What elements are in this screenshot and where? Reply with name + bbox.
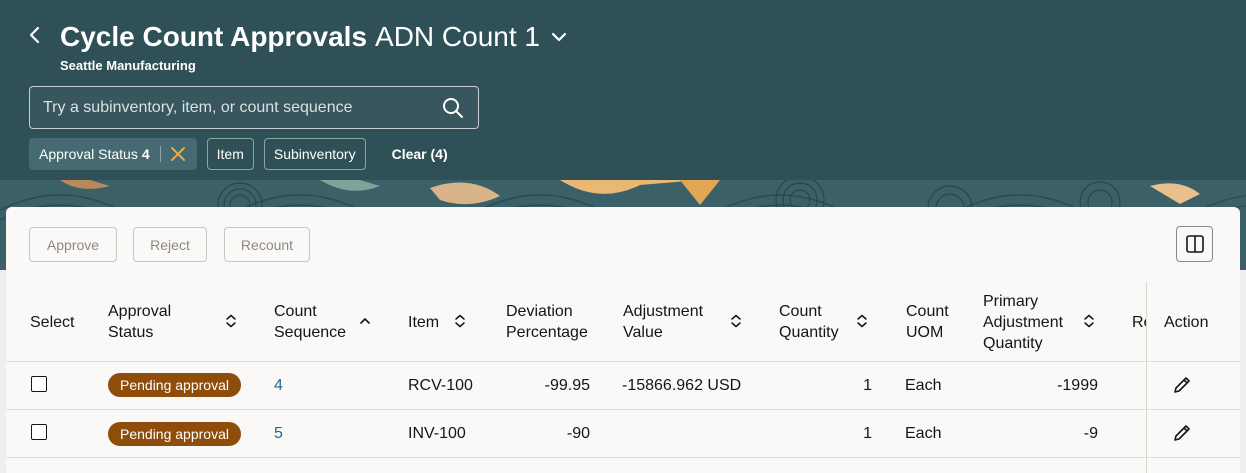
search-placeholder: Try a subinventory, item, or count seque… <box>43 98 353 116</box>
header-line: Approval <box>108 303 172 320</box>
sort-ascending-icon[interactable] <box>358 314 372 328</box>
frozen-column-divider <box>1146 282 1147 473</box>
row-select-checkbox[interactable] <box>31 376 47 392</box>
sort-icon[interactable] <box>453 314 467 328</box>
header-line: Primary <box>983 293 1039 310</box>
edit-pencil-icon[interactable] <box>1172 423 1192 443</box>
header-line: Count <box>906 303 949 320</box>
column-header-adjustment-value[interactable]: Adjustment Value <box>623 301 703 343</box>
organization-name: Seattle Manufacturing <box>60 58 196 73</box>
count-quantity-cell: 1 <box>863 425 872 442</box>
count-quantity-cell: 1 <box>863 377 872 394</box>
back-chevron-icon[interactable] <box>24 24 46 46</box>
column-header-approval-status[interactable]: Approval Status <box>108 301 171 343</box>
primary-adjustment-cell: -9 <box>1083 425 1098 442</box>
row-divider <box>6 409 1240 410</box>
column-header-item[interactable]: Item <box>408 312 439 333</box>
row-select-checkbox[interactable] <box>31 424 47 440</box>
clear-filters-link[interactable]: Clear (4) <box>392 146 448 162</box>
divider <box>159 146 161 162</box>
approve-button[interactable]: Approve <box>29 227 117 262</box>
results-panel: Approve Reject Recount Select Approval S… <box>6 207 1240 473</box>
header-line: Quantity <box>779 324 839 341</box>
header-line: Adjustment <box>983 314 1064 331</box>
deviation-cell: -99.95 <box>544 377 590 394</box>
header-line: Sequence <box>274 324 347 341</box>
page-title-text: Cycle Count Approvals <box>60 21 368 52</box>
header-line: Percentage <box>506 324 588 341</box>
header-line: UOM <box>906 324 944 341</box>
sort-icon[interactable] <box>224 314 238 328</box>
header-line: Status <box>108 324 154 341</box>
column-header-truncated[interactable]: Re <box>1132 312 1146 333</box>
uom-cell: Each <box>905 377 942 394</box>
header-line: Adjustment <box>623 303 704 320</box>
count-name: ADN Count 1 <box>375 21 540 52</box>
status-badge: Pending approval <box>108 422 241 446</box>
filter-chips: Approval Status 4 Item Subinventory Clea… <box>29 138 448 170</box>
edit-pencil-icon[interactable] <box>1172 375 1192 395</box>
item-cell: RCV-100 <box>408 377 473 394</box>
uom-cell: Each <box>905 425 942 442</box>
filter-chip-subinventory[interactable]: Subinventory <box>263 138 366 170</box>
header-line: Count <box>779 303 822 320</box>
filter-chip-label: Approval Status <box>39 146 138 162</box>
column-header-primary-adjustment-quantity[interactable]: Primary Adjustment Quantity <box>983 291 1063 354</box>
filter-chip-label: Item <box>216 146 244 162</box>
column-header-select: Select <box>30 314 75 331</box>
count-sequence-link[interactable]: 5 <box>274 425 283 443</box>
filter-chip-count: 4 <box>141 146 150 162</box>
recount-button[interactable]: Recount <box>224 227 310 262</box>
header-line: Deviation <box>506 303 573 320</box>
search-input[interactable]: Try a subinventory, item, or count seque… <box>29 86 479 129</box>
column-panel-button[interactable] <box>1176 226 1213 262</box>
filter-chip-label: Subinventory <box>273 146 356 162</box>
filter-chip-item[interactable]: Item <box>206 138 254 170</box>
deviation-cell: -90 <box>566 425 590 442</box>
count-sequence-link[interactable]: 4 <box>274 377 283 395</box>
reject-button[interactable]: Reject <box>133 227 207 262</box>
adjustment-value-cell: -15866.962 USD <box>622 377 742 394</box>
search-icon[interactable] <box>442 97 464 119</box>
column-header-deviation-percentage[interactable]: Deviation Percentage <box>506 301 588 343</box>
header-line: Quantity <box>983 335 1043 352</box>
filter-chip-approval-status[interactable]: Approval Status 4 <box>29 138 197 170</box>
column-header-action: Action <box>1164 314 1209 331</box>
page-title: Cycle Count Approvals ADN Count 1 <box>60 18 570 56</box>
chevron-down-icon[interactable] <box>548 26 570 48</box>
column-header-count-sequence[interactable]: Count Sequence <box>274 301 346 343</box>
column-header-count-uom[interactable]: Count UOM <box>906 301 949 343</box>
status-badge: Pending approval <box>108 373 241 397</box>
close-icon[interactable] <box>169 145 187 163</box>
sort-icon[interactable] <box>855 314 869 328</box>
row-divider <box>6 457 1240 458</box>
sort-icon[interactable] <box>1082 314 1096 328</box>
sort-icon[interactable] <box>729 314 743 328</box>
header-line: Count <box>274 303 317 320</box>
column-panel-icon <box>1185 235 1204 253</box>
column-header-count-quantity[interactable]: Count Quantity <box>779 301 839 343</box>
item-cell: INV-100 <box>408 425 466 442</box>
header-divider <box>6 361 1240 362</box>
primary-adjustment-cell: -1999 <box>1057 377 1098 394</box>
header-line: Value <box>623 324 663 341</box>
